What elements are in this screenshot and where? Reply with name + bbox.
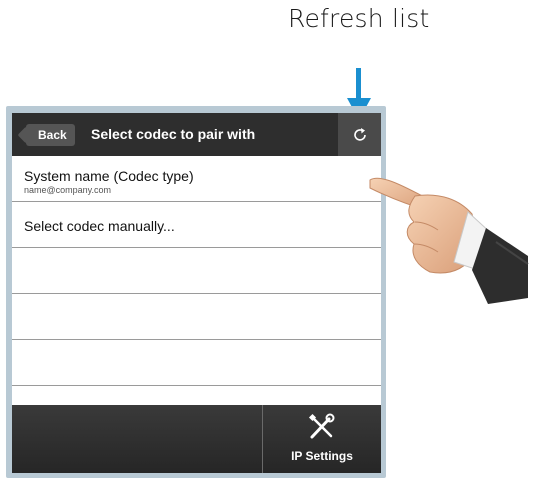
ip-settings-button[interactable]: IP Settings <box>263 405 381 473</box>
list-item-system[interactable]: System name (Codec type) name@company.co… <box>12 156 381 202</box>
annotation-arrow-shaft <box>356 68 361 100</box>
wrench-screwdriver-icon <box>308 413 335 439</box>
bottom-toolbar: IP Settings <box>12 405 381 473</box>
refresh-button[interactable] <box>338 113 381 156</box>
screen: Back Select codec to pair with System na… <box>12 113 381 473</box>
codec-list: System name (Codec type) name@company.co… <box>12 156 381 386</box>
touch-panel-frame: Back Select codec to pair with System na… <box>6 106 386 478</box>
refresh-icon <box>353 127 366 141</box>
title-bar: Back Select codec to pair with <box>12 113 381 156</box>
list-item-manual[interactable]: Select codec manually... <box>12 202 381 248</box>
list-item <box>12 294 381 340</box>
back-button[interactable]: Back <box>26 124 75 146</box>
list-item-title: Select codec manually... <box>24 218 175 234</box>
annotation-label: Refresh list <box>288 4 430 33</box>
list-item-title: System name (Codec type) <box>24 168 194 184</box>
page-title: Select codec to pair with <box>91 126 256 142</box>
list-item-subtitle: name@company.com <box>24 185 112 195</box>
ip-settings-label: IP Settings <box>291 449 353 463</box>
list-item <box>12 340 381 386</box>
back-button-label: Back <box>38 128 67 142</box>
pointing-hand-icon <box>369 177 529 304</box>
list-item <box>12 248 381 294</box>
